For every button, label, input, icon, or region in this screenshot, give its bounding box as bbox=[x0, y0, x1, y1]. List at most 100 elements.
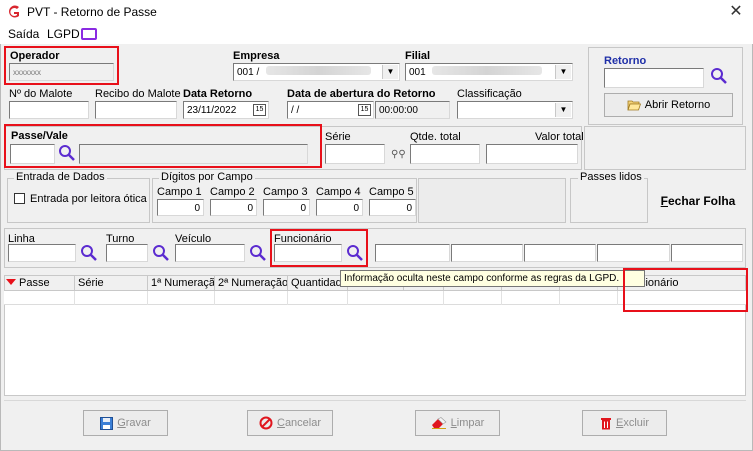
gravar-label: ravar bbox=[125, 417, 151, 429]
passes-lidos-group bbox=[570, 178, 648, 223]
retorno-field[interactable] bbox=[604, 68, 704, 88]
chevron-down-icon[interactable]: ▼ bbox=[382, 65, 398, 79]
classificacao-label: Classificação bbox=[457, 88, 522, 100]
search-icon[interactable] bbox=[710, 67, 728, 85]
side-group bbox=[584, 126, 746, 170]
fechar-folha-label: echar Folha bbox=[667, 194, 736, 208]
campo-5-label: Campo 5 bbox=[369, 186, 414, 198]
campo-2-field[interactable]: 0 bbox=[210, 199, 257, 216]
linha-field[interactable] bbox=[8, 244, 76, 262]
abrir-retorno-button[interactable]: Abrir Retorno bbox=[604, 93, 733, 117]
filial-select[interactable]: 001 ▼ bbox=[405, 63, 573, 81]
empresa-select[interactable]: 001 / ▼ bbox=[233, 63, 400, 81]
menu-bar bbox=[0, 24, 753, 44]
data-abertura-date-field[interactable]: / / 15 bbox=[287, 101, 374, 119]
valor-total-field[interactable] bbox=[486, 144, 578, 164]
col-serie[interactable]: Série bbox=[75, 276, 148, 292]
limpar-label: impar bbox=[456, 417, 485, 429]
data-abertura-time-field[interactable]: 00:00:00 bbox=[375, 101, 450, 119]
malote-field[interactable] bbox=[9, 101, 89, 119]
leitora-checkbox-label: Entrada por leitora ótica bbox=[30, 193, 147, 205]
recibo-field[interactable] bbox=[95, 101, 177, 119]
app-logo-icon bbox=[9, 5, 19, 18]
serie-field[interactable] bbox=[325, 144, 385, 164]
chevron-down-icon[interactable]: ▼ bbox=[555, 65, 571, 79]
row-divider bbox=[347, 291, 348, 305]
sort-arrow-icon[interactable] bbox=[6, 279, 16, 285]
limpar-button[interactable]: Limpar bbox=[415, 410, 500, 436]
gravar-button[interactable]: Gravar bbox=[83, 410, 168, 436]
cancelar-label: ancelar bbox=[284, 417, 322, 429]
row-divider bbox=[617, 291, 618, 305]
search-icon[interactable] bbox=[152, 244, 170, 262]
desc-field-3 bbox=[524, 244, 596, 262]
empresa-value: 001 / bbox=[237, 67, 260, 78]
highlight-passe-vale bbox=[4, 124, 322, 168]
desc-field-4 bbox=[597, 244, 670, 262]
cancelar-button[interactable]: Cancelar bbox=[247, 410, 333, 436]
veiculo-field[interactable] bbox=[175, 244, 245, 262]
turno-field[interactable] bbox=[106, 244, 148, 262]
campo-1-field[interactable]: 0 bbox=[157, 199, 204, 216]
filial-label: Filial bbox=[405, 50, 431, 62]
leitora-checkbox[interactable] bbox=[14, 193, 25, 204]
row-divider bbox=[559, 291, 560, 305]
entrada-dados-title: Entrada de Dados bbox=[14, 171, 107, 183]
redacted-text bbox=[432, 66, 543, 75]
qtde-total-label: Qtde. total bbox=[410, 131, 461, 143]
row-divider bbox=[443, 291, 444, 305]
desc-field-5 bbox=[671, 244, 743, 262]
redacted-text bbox=[266, 66, 372, 75]
trash-icon bbox=[600, 418, 611, 430]
highlight-operador bbox=[4, 46, 119, 85]
gravar-mnemonic: G bbox=[117, 417, 126, 429]
campo-2-label: Campo 2 bbox=[210, 186, 255, 198]
calendar-icon[interactable]: 15 bbox=[253, 104, 266, 116]
fechar-folha-button[interactable]: Fechar Folha bbox=[652, 181, 744, 221]
eraser-icon bbox=[431, 417, 447, 429]
campo-3-field[interactable]: 0 bbox=[263, 199, 310, 216]
close-button[interactable]: ✕ bbox=[726, 2, 746, 22]
campo-3-label: Campo 3 bbox=[263, 186, 308, 198]
excluir-button[interactable]: Excluir bbox=[582, 410, 667, 436]
campo-1-label: Campo 1 bbox=[157, 186, 202, 198]
campo-4-label: Campo 4 bbox=[316, 186, 361, 198]
lgpd-monitor-icon[interactable] bbox=[81, 28, 97, 40]
retorno-label: Retorno bbox=[604, 55, 647, 67]
row-divider bbox=[147, 291, 148, 305]
row-divider bbox=[74, 291, 75, 305]
data-retorno-field[interactable]: 23/11/2022 15 bbox=[183, 101, 269, 119]
classificacao-select[interactable]: ▼ bbox=[457, 101, 573, 119]
fechar-folha-mnemonic: F bbox=[660, 194, 668, 208]
passes-lidos-title: Passes lidos bbox=[578, 171, 644, 183]
malote-label: Nº do Malote bbox=[9, 88, 73, 100]
binoculars-icon[interactable]: ⚲⚲ bbox=[391, 149, 406, 160]
menu-saida[interactable]: Saída bbox=[8, 27, 39, 41]
desc-field-1 bbox=[375, 244, 450, 262]
window-title: PVT - Retorno de Passe bbox=[27, 5, 157, 19]
col-numeracao-1[interactable]: 1ª Numeração bbox=[148, 276, 215, 292]
row-divider bbox=[214, 291, 215, 305]
calendar-icon[interactable]: 15 bbox=[358, 104, 371, 116]
data-retorno-value: 23/11/2022 bbox=[187, 105, 237, 116]
save-icon bbox=[100, 416, 114, 430]
excluir-label: xcluir bbox=[623, 417, 649, 429]
lgpd-tooltip: Informação oculta neste campo conforme a… bbox=[340, 270, 645, 287]
campo-5-field[interactable]: 0 bbox=[369, 199, 416, 216]
campo-4-field[interactable]: 0 bbox=[316, 199, 363, 216]
menu-lgpd[interactable]: LGPD bbox=[47, 27, 80, 41]
chevron-down-icon[interactable]: ▼ bbox=[555, 103, 571, 117]
qtde-total-field[interactable] bbox=[410, 144, 480, 164]
highlight-funcionario-column bbox=[623, 268, 748, 312]
col-quantidade[interactable]: Quantidade bbox=[288, 276, 348, 292]
valor-total-label: Valor total bbox=[535, 131, 584, 143]
abrir-retorno-label: Abrir Retorno bbox=[644, 99, 711, 111]
search-icon[interactable] bbox=[249, 244, 267, 262]
filial-value: 001 bbox=[409, 67, 426, 78]
search-icon[interactable] bbox=[80, 244, 98, 262]
folder-open-icon bbox=[627, 100, 641, 111]
data-abertura-date: / / bbox=[291, 105, 300, 116]
col-numeracao-2[interactable]: 2ª Numeração bbox=[215, 276, 288, 292]
serie-label: Série bbox=[325, 131, 351, 143]
empresa-label: Empresa bbox=[233, 50, 280, 62]
